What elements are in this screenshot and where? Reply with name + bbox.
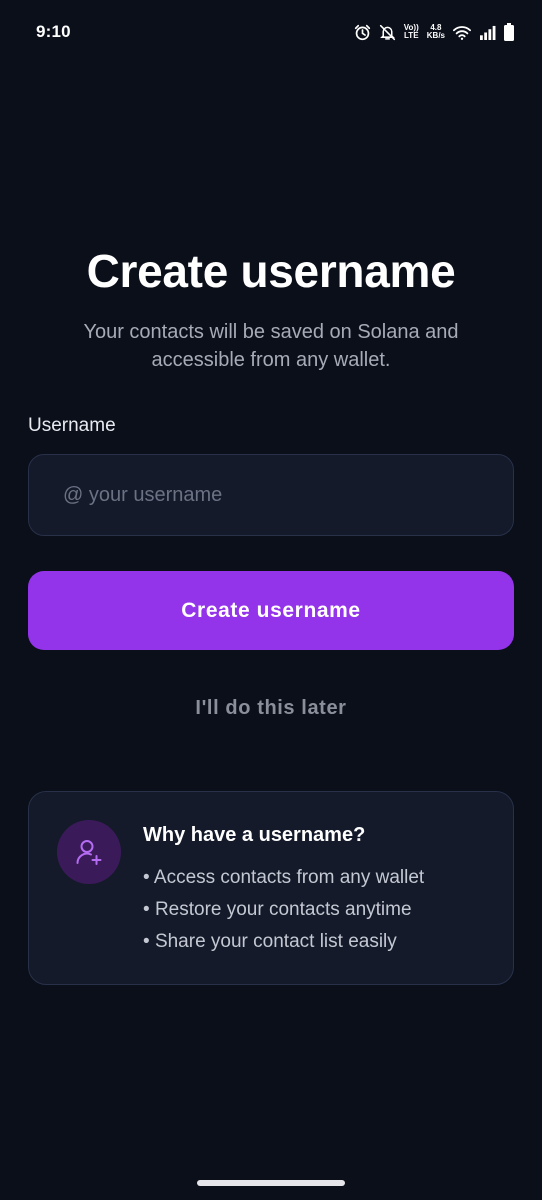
page-subtitle: Your contacts will be saved on Solana an… bbox=[83, 321, 459, 371]
battery-icon bbox=[504, 23, 514, 41]
home-indicator[interactable] bbox=[197, 1180, 345, 1186]
status-icons: Vo)) LTE 4.8 KB/s bbox=[354, 23, 514, 41]
list-item: Restore your contacts anytime bbox=[143, 894, 424, 926]
status-time: 9:10 bbox=[36, 22, 71, 41]
info-icon-badge bbox=[57, 820, 121, 884]
page-title: Create username bbox=[86, 245, 456, 297]
username-label: Username bbox=[28, 415, 116, 436]
user-plus-icon bbox=[76, 840, 102, 865]
do-later-button[interactable]: I'll do this later bbox=[0, 696, 542, 721]
network-speed: 4.8 KB/s bbox=[427, 24, 445, 40]
volte-indicator: Vo)) LTE bbox=[404, 24, 419, 40]
lte-label: LTE bbox=[404, 31, 419, 40]
status-bar: 9:10 Vo)) LTE 4.8 KB/s bbox=[0, 0, 542, 64]
create-username-button[interactable]: Create username bbox=[28, 571, 514, 650]
alarm-icon bbox=[354, 24, 370, 40]
username-field[interactable] bbox=[28, 454, 514, 536]
wifi-icon bbox=[453, 25, 471, 40]
list-item: Access contacts from any wallet bbox=[143, 862, 424, 894]
signal-icon bbox=[480, 25, 496, 40]
benefits-list: Access contacts from any wallet Restore … bbox=[143, 862, 424, 958]
username-input[interactable] bbox=[63, 483, 479, 507]
info-card: Why have a username? Access contacts fro… bbox=[28, 791, 514, 985]
speed-unit: KB/s bbox=[426, 31, 445, 40]
list-item: Share your contact list easily bbox=[143, 926, 424, 958]
info-title: Why have a username? bbox=[143, 824, 366, 846]
bell-off-icon bbox=[379, 24, 395, 40]
